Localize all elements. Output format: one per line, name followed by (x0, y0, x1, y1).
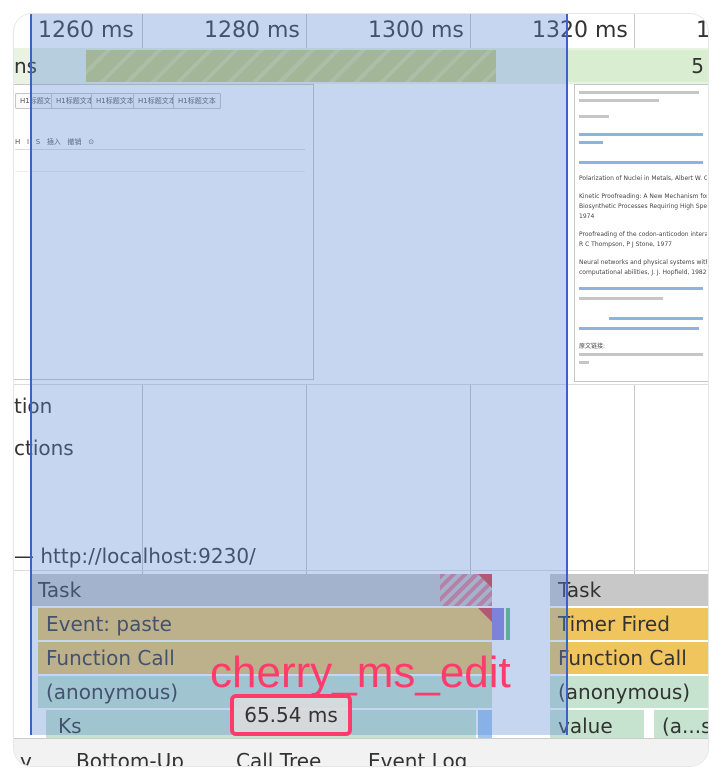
frame-bar[interactable]: 5 (566, 50, 708, 82)
reference-line: Proofreading of the codon-anticodon inte… (579, 231, 707, 238)
reference-line: Kinetic Proofreading: A New Mechanism fo… (579, 193, 707, 200)
reference-line: computational abilities, J. J. Hopfield,… (579, 269, 707, 276)
reference-line: Polarization of Nuclei in Metals, Albert… (579, 175, 707, 182)
tab-bottom-up[interactable]: Bottom-Up (76, 749, 184, 766)
flame-timer-fired[interactable]: Timer Fired (550, 608, 708, 640)
frame-value: 5 (691, 54, 704, 78)
tab-event-log[interactable]: Event Log (368, 749, 467, 766)
page-screenshot-thumbnail[interactable]: Polarization of Nuclei in Metals, Albert… (574, 84, 708, 382)
reference-line: 1974 (579, 213, 595, 220)
reference-line: Biosynthetic Processes Requiring High Sp… (579, 203, 707, 210)
reference-line: R C Thompson, P J Stone, 1977 (579, 241, 672, 248)
tick-label: 1 (696, 18, 708, 43)
tab-call-tree[interactable]: Call Tree (236, 749, 321, 766)
reference-line: 原文链接: (579, 343, 606, 350)
reference-line: Neural networks and physical systems wit… (579, 259, 707, 266)
time-range-selection[interactable] (30, 14, 568, 735)
bold-icon: H (15, 138, 21, 146)
details-tab-bar: y Bottom-Up Call Tree Event Log (14, 738, 708, 766)
italic-icon: I (26, 138, 30, 146)
annotation-label: cherry_ms_edit (210, 648, 511, 697)
flame-task[interactable]: Task (550, 574, 708, 606)
tab-summary[interactable]: y (20, 749, 32, 766)
flame-anonymous[interactable]: (anonymous) (550, 676, 708, 708)
devtools-performance-panel: 1260 ms 1280 ms 1300 ms 1320 ms 1 ns 5 H… (14, 14, 708, 766)
flame-function-call[interactable]: Function Call (550, 642, 708, 674)
selection-duration-badge: 65.54 ms (230, 694, 352, 736)
